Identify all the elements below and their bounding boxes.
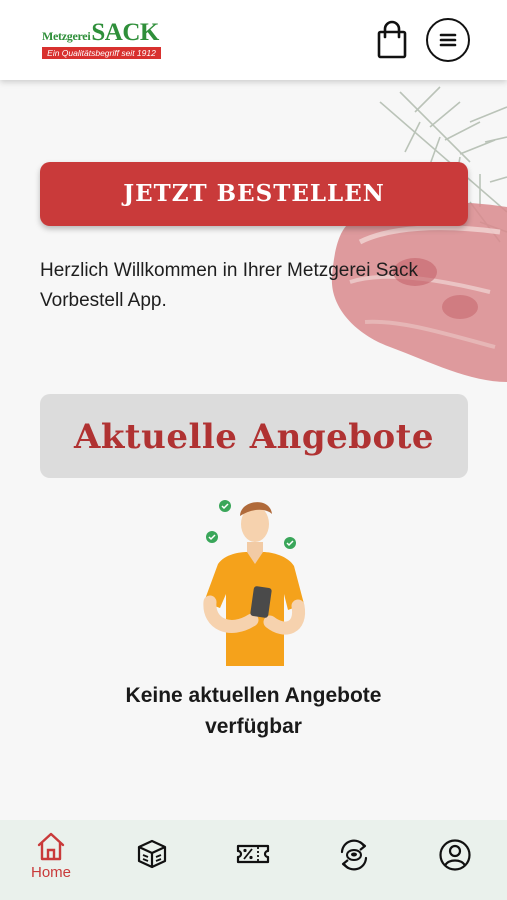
bottom-navigation: Home (0, 820, 507, 900)
nav-item-profile[interactable] (420, 838, 490, 898)
coupon-icon (236, 844, 270, 864)
empty-state-text: Keine aktuellen Angebote verfügbar (125, 684, 382, 738)
check-badge-icon (284, 537, 296, 549)
box-icon (137, 839, 167, 869)
reorder-icon (340, 839, 368, 871)
nav-label-home: Home (30, 864, 71, 881)
nav-item-products[interactable] (117, 838, 187, 898)
logo-tagline: Ein Qualitätsbegriff seit 1912 (42, 47, 161, 59)
logo-word: Metzgerei (42, 29, 91, 43)
check-badge-icon (219, 500, 231, 512)
order-now-button[interactable]: JETZT BESTELLEN (40, 162, 468, 226)
logo-wordmark: MetzgereiSACK (42, 20, 159, 45)
offers-heading: Aktuelle Angebote (40, 394, 468, 478)
cart-button[interactable] (373, 20, 411, 60)
check-badge-icon (206, 531, 218, 543)
menu-button[interactable] (426, 18, 470, 62)
nav-item-reorder[interactable] (319, 838, 389, 898)
nav-item-home[interactable]: Home (16, 830, 86, 890)
home-icon (37, 832, 65, 861)
empty-state-illustration (190, 494, 320, 669)
profile-icon (439, 839, 471, 871)
shopping-bag-icon (377, 20, 407, 59)
nav-item-offers[interactable] (218, 838, 288, 898)
app-header: MetzgereiSACK Ein Qualitätsbegriff seit … (0, 0, 507, 80)
menu-icon (439, 33, 457, 47)
logo-name: SACK (91, 19, 159, 46)
logo[interactable]: MetzgereiSACK Ein Qualitätsbegriff seit … (42, 20, 162, 62)
meat-decoration-image (320, 82, 507, 402)
welcome-text: Herzlich Willkommen in Ihrer Metzgerei S… (40, 260, 418, 311)
